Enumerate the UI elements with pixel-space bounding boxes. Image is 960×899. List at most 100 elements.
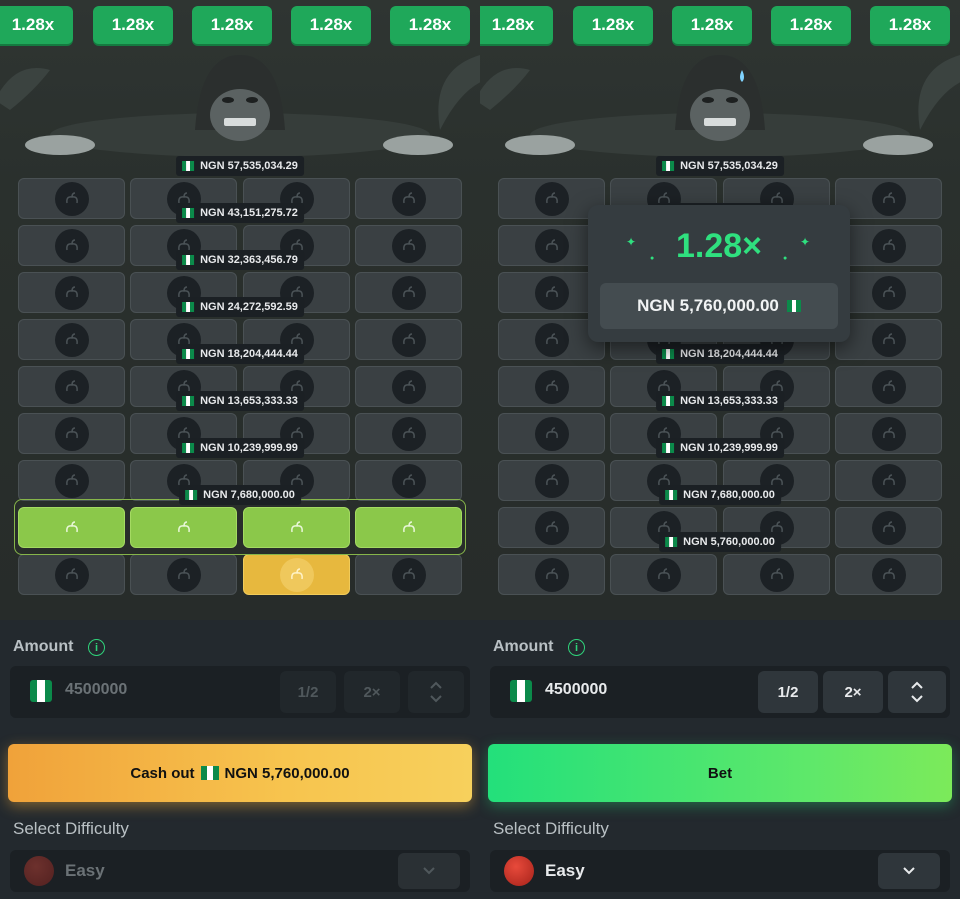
game-tile[interactable] [355,225,462,266]
apple-outline-icon [882,379,895,391]
prize-amount: NGN 5,760,000.00 [683,536,775,548]
bet-controls: Amount i 4500000 1/2 2× Cash out NGN 5,7… [0,620,480,899]
prize-label: NGN 57,535,034.29 [176,156,304,176]
tile-coin [871,322,906,357]
game-tile[interactable] [355,413,462,454]
game-tile[interactable] [355,319,462,360]
difficulty-label: Select Difficulty [13,819,129,838]
double-button[interactable]: 2× [344,671,400,713]
multiplier-chip: 1.28x [870,6,950,44]
prize-amount: NGN 13,653,333.33 [680,395,778,407]
game-tile[interactable] [355,460,462,501]
game-tile[interactable] [835,225,942,266]
game-tile[interactable] [355,366,462,407]
info-icon[interactable]: i [568,639,585,656]
apple-outline-icon [65,379,78,391]
amount-field: 4500000 1/2 2× [490,666,950,718]
prize-amount: NGN 18,204,444.44 [200,348,298,360]
chevron-down-icon [423,867,435,875]
tile-coin [54,463,89,498]
multiplier-chip: 1.28x [390,6,470,44]
apple-outline-icon [545,473,558,485]
difficulty-select[interactable]: Easy [490,850,950,892]
game-tile[interactable] [18,272,125,313]
dropdown-button[interactable] [878,853,940,889]
nigeria-flag-icon [665,537,678,547]
game-tile[interactable] [18,178,125,219]
game-tile[interactable] [835,178,942,219]
game-tile[interactable] [498,413,605,454]
apple-outline-icon [882,285,895,297]
nigeria-flag-icon [182,443,195,453]
game-tile[interactable] [835,507,942,548]
game-tile[interactable] [18,554,125,595]
game-tile[interactable] [355,178,462,219]
apple-outline-icon [657,567,670,579]
gorilla-icon [25,55,453,157]
half-button[interactable]: 1/2 [758,671,818,713]
game-tile[interactable] [18,319,125,360]
game-tile[interactable] [835,554,942,595]
cash-out-amount: NGN 5,760,000.00 [224,764,350,782]
nigeria-flag-icon [182,161,195,171]
chevron-down-icon [903,867,915,875]
amount-input[interactable]: 4500000 [65,681,127,699]
tile-coin [871,275,906,310]
bet-button[interactable]: Bet [488,744,952,802]
game-tile[interactable] [723,554,830,595]
apple-outline-icon [770,567,783,579]
nigeria-flag-icon [182,208,195,218]
gorilla-icon [505,55,933,157]
apple-outline-icon [545,426,558,438]
game-tile[interactable] [18,460,125,501]
game-tile[interactable] [610,554,717,595]
nigeria-flag-icon [786,300,801,312]
game-tile[interactable] [355,554,462,595]
popup-amount: NGN 5,760,000.00 [600,283,838,329]
tile-coin [534,181,569,216]
apple-outline-icon [177,567,190,579]
game-tile[interactable] [835,413,942,454]
tile-coin [534,510,569,545]
game-tile[interactable] [355,272,462,313]
dropdown-button[interactable] [398,853,460,889]
half-button[interactable]: 1/2 [280,671,336,713]
game-tile[interactable] [835,460,942,501]
info-icon[interactable]: i [88,639,105,656]
prize-amount: NGN 13,653,333.33 [200,395,298,407]
multiplier-chip: 1.28x [480,6,553,44]
game-tile[interactable] [835,319,942,360]
tile-coin [391,275,426,310]
game-tile[interactable] [18,225,125,266]
gorilla-mascot [0,50,480,160]
game-tile[interactable] [498,554,605,595]
stepper-button[interactable] [408,671,464,713]
game-tile[interactable] [498,507,605,548]
tile-coin [759,557,794,592]
tile-coin [279,557,314,592]
game-tile[interactable] [18,366,125,407]
apple-outline-icon [402,567,415,579]
tile-coin [534,416,569,451]
double-button[interactable]: 2× [823,671,883,713]
stepper-button[interactable] [888,671,946,713]
game-tile[interactable] [243,554,350,595]
game-tile[interactable] [130,554,237,595]
difficulty-select[interactable]: Easy [10,850,470,892]
amount-input[interactable]: 4500000 [545,681,607,699]
game-tile[interactable] [498,366,605,407]
apple-outline-icon [545,379,558,391]
apple-outline-icon [402,332,415,344]
game-tile[interactable] [498,460,605,501]
game-tile[interactable] [835,272,942,313]
game-tile[interactable] [18,413,125,454]
cash-out-button[interactable]: Cash out NGN 5,760,000.00 [8,744,472,802]
tile-coin [54,275,89,310]
apple-outline-icon [65,567,78,579]
apple-outline-icon [545,238,558,250]
apple-outline-icon [402,473,415,485]
apple-outline-icon [882,567,895,579]
prize-label: NGN 24,272,592.59 [176,297,304,317]
game-tile[interactable] [835,366,942,407]
popup-amount-text: NGN 5,760,000.00 [637,296,779,315]
